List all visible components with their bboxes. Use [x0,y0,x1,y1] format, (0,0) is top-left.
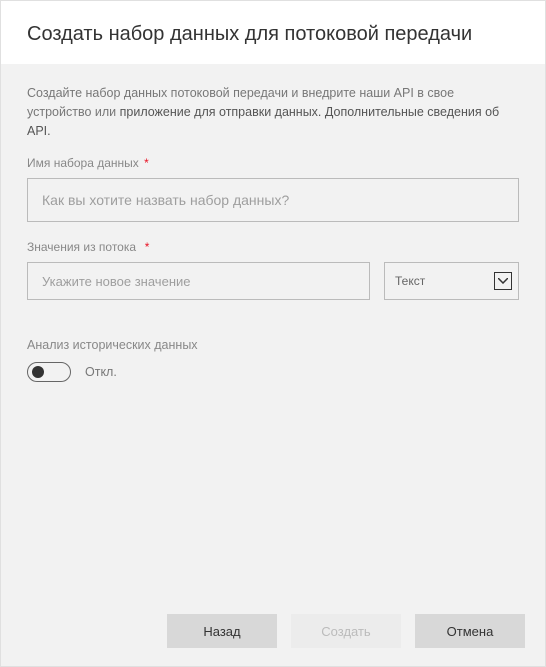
create-streaming-dataset-dialog: Создать набор данных для потоковой перед… [0,0,546,667]
dataset-name-group: Имя набора данных * [27,156,519,222]
stream-values-row: Текст [27,262,519,300]
dialog-content: Создайте набор данных потоковой передачи… [1,64,545,600]
chevron-down-icon [494,272,512,290]
stream-values-label-text: Значения из потока [27,240,136,254]
required-asterisk: * [144,156,149,170]
historic-toggle[interactable] [27,362,71,382]
value-type-select[interactable]: Текст [384,262,519,300]
dataset-name-input[interactable] [27,178,519,222]
create-button: Создать [291,614,401,648]
stream-values-group: Значения из потока * Текст [27,240,519,300]
value-type-selected: Текст [395,274,425,288]
stream-value-input[interactable] [27,262,370,300]
stream-values-label: Значения из потока * [27,240,519,254]
historic-toggle-state: Откл. [85,365,117,379]
dialog-footer: Назад Создать Отмена [1,600,545,666]
dataset-name-label-text: Имя набора данных [27,156,139,170]
cancel-button[interactable]: Отмена [415,614,525,648]
dataset-name-label: Имя набора данных * [27,156,519,170]
intro-text: Создайте набор данных потоковой передачи… [27,84,519,140]
toggle-knob [32,366,44,378]
dialog-header: Создать набор данных для потоковой перед… [1,1,545,64]
historic-analysis-group: Анализ исторических данных Откл. [27,338,519,382]
historic-analysis-label: Анализ исторических данных [27,338,519,352]
back-button[interactable]: Назад [167,614,277,648]
dialog-title: Создать набор данных для потоковой перед… [27,23,519,46]
required-asterisk: * [141,240,149,254]
historic-toggle-row: Откл. [27,362,519,382]
